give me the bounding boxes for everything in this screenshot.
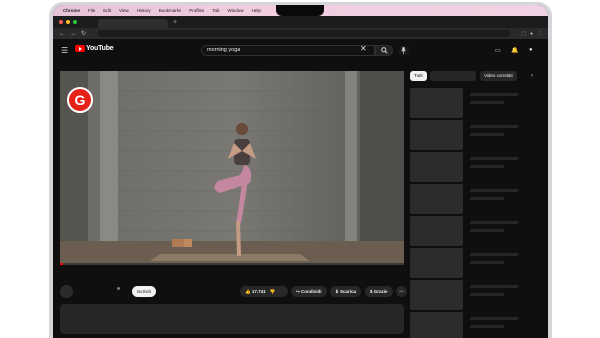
download-button[interactable]: ⬇ Scarica bbox=[330, 286, 362, 297]
related-video-thumb[interactable] bbox=[410, 152, 463, 182]
create-icon[interactable]: ▭ bbox=[495, 47, 501, 54]
channel-avatar[interactable] bbox=[60, 285, 73, 298]
share-button[interactable]: ↪ Condividi bbox=[291, 286, 327, 297]
hamburger-icon[interactable]: ☰ bbox=[61, 46, 68, 55]
related-video-meta bbox=[470, 293, 504, 296]
menu-view[interactable]: View bbox=[119, 8, 129, 13]
avatar-icon[interactable]: ● bbox=[529, 47, 533, 53]
video-action-row: Iscriviti 👍 17.741 👎 ↪ Condividi ⬇ Scari… bbox=[60, 285, 407, 299]
description-box[interactable] bbox=[60, 304, 404, 334]
thanks-icon: $ bbox=[370, 289, 373, 294]
video-player[interactable]: G bbox=[60, 71, 404, 264]
maximize-window-button[interactable] bbox=[73, 20, 77, 24]
related-video-meta bbox=[470, 197, 504, 200]
related-video-thumb[interactable] bbox=[410, 216, 463, 246]
related-video-meta bbox=[470, 325, 504, 328]
mic-icon bbox=[401, 47, 406, 54]
screen: Chrome File Edit View History Bookmarks … bbox=[53, 5, 548, 338]
clear-search-icon[interactable]: ✕ bbox=[360, 44, 367, 53]
menu-help[interactable]: Help bbox=[252, 8, 261, 13]
youtube-logo-text: YouTube bbox=[86, 45, 114, 52]
mic-button[interactable] bbox=[398, 45, 409, 56]
related-video-title bbox=[470, 221, 518, 224]
menu-history[interactable]: History bbox=[137, 8, 151, 13]
profile-icon[interactable]: ● bbox=[530, 31, 533, 37]
share-icon: ↪ bbox=[296, 289, 300, 294]
menu-profiles[interactable]: Profiles bbox=[189, 8, 204, 13]
thumbs-up-icon: 👍 bbox=[245, 289, 251, 294]
extensions-icon[interactable]: ⬚ bbox=[521, 31, 526, 37]
thanks-label: Grazie bbox=[373, 289, 388, 294]
related-video-title bbox=[470, 189, 518, 192]
related-video-thumb[interactable] bbox=[410, 120, 463, 150]
related-video-title bbox=[470, 253, 518, 256]
youtube-play-icon bbox=[75, 45, 85, 52]
reload-button[interactable]: ↻ bbox=[81, 30, 86, 37]
like-button[interactable]: 👍 17.741 👎 bbox=[240, 286, 288, 297]
menu-file[interactable]: File bbox=[88, 8, 95, 13]
related-video-thumb[interactable] bbox=[410, 312, 463, 338]
bell-icon[interactable]: 🔔 bbox=[511, 47, 518, 54]
forward-button[interactable]: → bbox=[70, 31, 76, 37]
chip-next-arrow[interactable]: › bbox=[527, 71, 537, 81]
more-actions-button[interactable]: ⋯ bbox=[396, 286, 407, 297]
share-label: Condividi bbox=[301, 289, 322, 294]
video-progress-fill bbox=[60, 263, 64, 265]
menu-bookmarks[interactable]: Bookmarks bbox=[159, 8, 182, 13]
chip-all[interactable]: Tutti bbox=[410, 71, 427, 81]
subscribe-button[interactable]: Iscriviti bbox=[132, 286, 156, 297]
download-label: Scarica bbox=[340, 289, 357, 294]
like-count: 17.741 bbox=[251, 289, 266, 294]
search-input[interactable]: morning yoga bbox=[201, 45, 375, 56]
thumbs-down-icon: 👎 bbox=[269, 289, 276, 294]
related-video-meta bbox=[470, 261, 504, 264]
chip-related-videos[interactable]: Video correlati bbox=[480, 71, 517, 81]
channel-watermark-badge: G bbox=[67, 87, 93, 113]
download-icon: ⬇ bbox=[335, 289, 339, 294]
youtube-header: ☰ YouTube morning yoga ✕ ▭ 🔔 ● bbox=[53, 39, 548, 61]
related-video-meta bbox=[470, 229, 504, 232]
related-video-thumb[interactable] bbox=[410, 88, 463, 118]
menu-window[interactable]: Window bbox=[228, 8, 244, 13]
related-video-title bbox=[470, 317, 518, 320]
related-video-title bbox=[470, 157, 518, 160]
address-bar-row: ← → ↻ ⬚ ● ⋮ bbox=[53, 28, 548, 39]
browser-menu-icon[interactable]: ⋮ bbox=[537, 31, 542, 37]
search-icon bbox=[380, 47, 388, 54]
minimize-window-button[interactable] bbox=[66, 20, 70, 24]
browser-tab[interactable] bbox=[98, 19, 168, 28]
related-video-title bbox=[470, 125, 518, 128]
back-button[interactable]: ← bbox=[59, 31, 65, 37]
chip-blank[interactable] bbox=[430, 71, 476, 81]
menu-edit[interactable]: Edit bbox=[103, 8, 111, 13]
video-progress-bar[interactable] bbox=[60, 263, 404, 265]
channel-verified-icon bbox=[117, 287, 120, 290]
menu-app[interactable]: Chrome bbox=[63, 8, 80, 13]
camera-notch bbox=[276, 5, 324, 16]
related-video-title bbox=[470, 93, 518, 96]
related-video-meta bbox=[470, 101, 504, 104]
tab-strip: + bbox=[53, 16, 548, 28]
related-video-thumb[interactable] bbox=[410, 248, 463, 278]
related-video-title bbox=[470, 285, 518, 288]
youtube-page: ☰ YouTube morning yoga ✕ ▭ 🔔 ● G Iscrivi… bbox=[53, 39, 548, 338]
video-frame bbox=[60, 71, 404, 264]
related-video-meta bbox=[470, 165, 504, 168]
menu-tab[interactable]: Tab bbox=[212, 8, 219, 13]
thanks-button[interactable]: $ Grazie bbox=[365, 286, 393, 297]
related-video-meta bbox=[470, 133, 504, 136]
new-tab-button[interactable]: + bbox=[173, 19, 177, 26]
close-window-button[interactable] bbox=[59, 20, 63, 24]
related-video-thumb[interactable] bbox=[410, 184, 463, 214]
related-sidebar: Tutti Video correlati › bbox=[410, 71, 542, 338]
youtube-logo[interactable]: YouTube bbox=[75, 45, 114, 52]
related-video-thumb[interactable] bbox=[410, 280, 463, 310]
search-button[interactable] bbox=[375, 45, 393, 56]
url-field[interactable] bbox=[97, 30, 512, 37]
